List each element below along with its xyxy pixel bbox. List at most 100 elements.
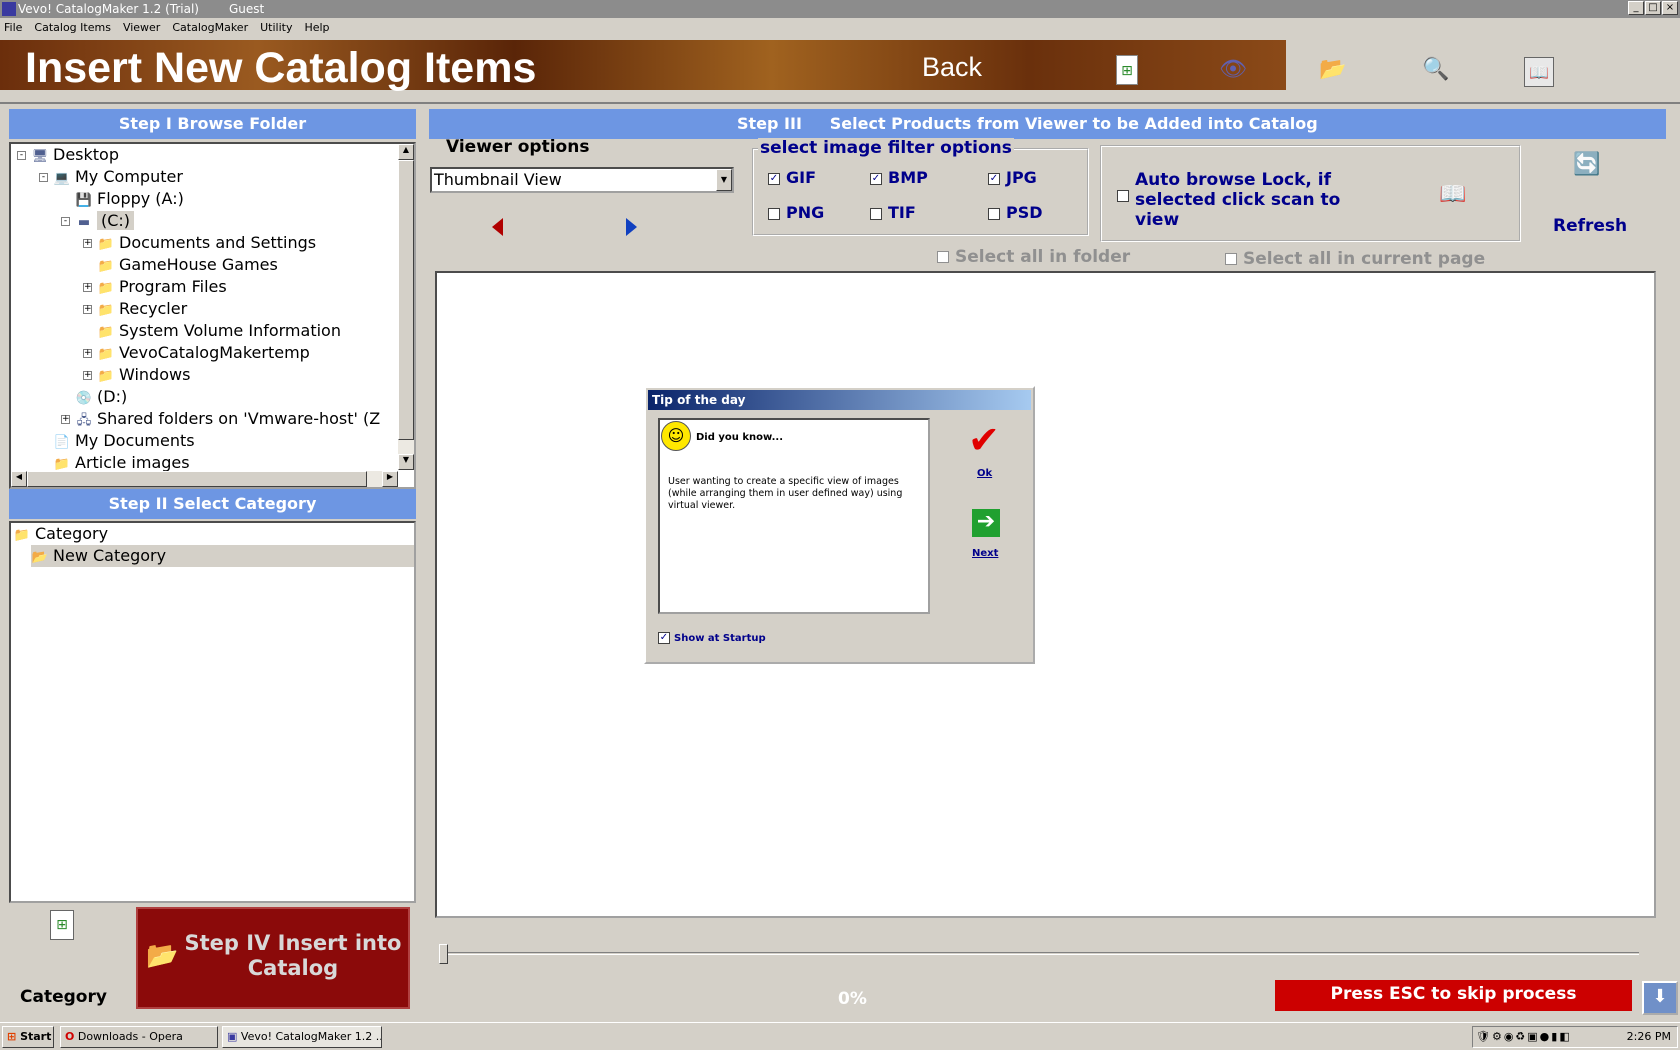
next-page-icon[interactable] (626, 218, 637, 236)
filter-checkbox[interactable]: ✓ (870, 172, 882, 185)
filter-jpg[interactable]: ✓ JPG (988, 168, 1037, 187)
insert-folder-icon: 📂 (146, 941, 179, 971)
thumbnail-viewer[interactable] (435, 271, 1656, 918)
task-opera[interactable]: O Downloads - Opera (60, 1026, 218, 1048)
scroll-right-icon[interactable]: ▶ (382, 471, 398, 487)
scroll-thumb[interactable] (398, 160, 414, 440)
scroll-left-icon[interactable]: ◀ (11, 471, 27, 487)
refresh-folder-icon[interactable]: 🔄 (1572, 150, 1602, 180)
auto-browse-checkbox[interactable] (1117, 190, 1129, 202)
tree-item[interactable]: 🖥 Desktop (31, 144, 119, 166)
select-all-folder-option[interactable]: Select all in folder (937, 247, 1130, 267)
menu-catalog-items[interactable]: Catalog Items (34, 19, 111, 37)
category-tree[interactable]: 📁 Category 📂 New Category (9, 521, 416, 903)
select-all-page-option[interactable]: Select all in current page (1225, 249, 1485, 269)
search-folder-icon[interactable]: 🔍 (1421, 55, 1451, 85)
folder-tree[interactable]: 🖥 Desktop - 💻 My Computer - 💾 Floppy (A:) ▬ (C:) -… (9, 142, 416, 489)
catalog-book-icon[interactable]: 📖 (1524, 57, 1554, 87)
filter-checkbox[interactable] (988, 207, 1000, 220)
filter-gif[interactable]: ✓ GIF (768, 168, 816, 187)
menu-file[interactable]: File (4, 19, 22, 37)
filter-tif[interactable]: TIF (870, 203, 916, 222)
scroll-down-icon[interactable]: ▼ (398, 454, 414, 470)
vertical-scrollbar[interactable]: ▲ ▼ (398, 144, 414, 470)
start-button[interactable]: ⊞ Start (2, 1026, 54, 1048)
select-all-folder-checkbox[interactable] (937, 251, 949, 263)
expand-icon[interactable]: + (83, 349, 92, 358)
tree-item[interactable]: 📁 GameHouse Games (97, 254, 278, 276)
scroll-thumb-h[interactable] (27, 471, 367, 487)
task-catalogmaker[interactable]: ▣ Vevo! CatalogMaker 1.2 ... (222, 1026, 382, 1048)
tree-item-label: Floppy (A:) (97, 189, 184, 208)
filter-checkbox[interactable] (870, 207, 882, 220)
user-name: Guest (228, 2, 265, 16)
horizontal-scrollbar[interactable]: ◀ ▶ (11, 471, 398, 487)
tip-heading: Did you know... (696, 432, 783, 443)
expand-icon[interactable]: + (83, 305, 92, 314)
tree-item-label: (C:) (97, 211, 135, 230)
show-startup-checkbox[interactable]: ✓ (658, 632, 670, 644)
expand-icon[interactable]: + (83, 239, 92, 248)
expand-icon[interactable]: + (83, 283, 92, 292)
ok-button[interactable]: Ok (977, 468, 992, 479)
category-root[interactable]: 📁 Category (13, 523, 108, 545)
tree-item[interactable]: 📁 Windows (97, 364, 191, 386)
scroll-up-icon[interactable]: ▲ (398, 144, 414, 160)
tray-icons[interactable]: 🛡⚙◉♻▣●▮◧ (1473, 1030, 1572, 1043)
next-button[interactable]: Next (972, 548, 998, 559)
collapse-icon[interactable]: - (39, 173, 48, 182)
expand-icon[interactable]: + (83, 371, 92, 380)
filter-checkbox[interactable] (768, 207, 780, 220)
progress-slider-thumb[interactable] (439, 944, 448, 964)
floppy-icon: 💾 (75, 193, 93, 208)
tree-item[interactable]: ▬ (C:) (75, 210, 135, 232)
menu-viewer[interactable]: Viewer (123, 19, 160, 37)
windows-logo-icon: ⊞ (7, 1030, 17, 1043)
close-button[interactable]: × (1662, 1, 1678, 15)
tree-item[interactable]: 📄 My Documents (53, 430, 195, 452)
tree-item[interactable]: 💻 My Computer (53, 166, 183, 188)
expand-icon[interactable]: + (61, 415, 70, 424)
show-startup-option[interactable]: ✓ Show at Startup (658, 632, 766, 644)
previous-page-icon[interactable] (492, 218, 503, 236)
category-tree-icon[interactable]: ⊞ (50, 910, 74, 940)
drive-icon: ▬ (77, 215, 91, 230)
tree-item[interactable]: 🖧 Shared folders on 'Vmware-host' (Z (75, 408, 380, 430)
category-tree-icon[interactable]: ⊞ (1116, 55, 1138, 85)
menu-help[interactable]: Help (304, 19, 329, 37)
next-arrow-icon[interactable]: ➔ (972, 509, 1000, 537)
tree-item[interactable]: 💿 (D:) (75, 386, 127, 408)
filter-png[interactable]: PNG (768, 203, 824, 222)
progress-slider-track[interactable] (439, 952, 1639, 955)
category-item-new[interactable]: 📂 New Category (31, 545, 414, 567)
filter-psd[interactable]: PSD (988, 203, 1043, 222)
back-button[interactable]: Back (922, 52, 982, 83)
refresh-button[interactable]: Refresh (1553, 216, 1627, 236)
tree-item[interactable]: 📁 Documents and Settings (97, 232, 316, 254)
tree-item[interactable]: 💾 Floppy (A:) (75, 188, 184, 210)
select-all-page-checkbox[interactable] (1225, 253, 1237, 265)
chevron-down-icon[interactable]: ▼ (716, 169, 732, 191)
ok-check-icon[interactable]: ✔ (968, 418, 1000, 462)
filter-label: BMP (888, 168, 928, 187)
collapse-icon[interactable]: - (17, 151, 26, 160)
tree-item[interactable]: 📁 VevoCatalogMakertemp (97, 342, 310, 364)
filter-checkbox[interactable]: ✓ (768, 172, 780, 185)
viewer-select[interactable]: Thumbnail View ▼ (430, 167, 734, 193)
download-arrow-icon[interactable]: ⬇ (1642, 981, 1678, 1015)
collapse-icon[interactable]: - (61, 217, 70, 226)
maximize-button[interactable]: □ (1645, 1, 1661, 15)
menu-catalogmaker[interactable]: CatalogMaker (172, 19, 248, 37)
tree-item[interactable]: 📁 Program Files (97, 276, 227, 298)
view-folder-icon[interactable]: 👁 (1218, 55, 1248, 85)
filter-checkbox[interactable]: ✓ (988, 172, 1000, 185)
auto-browse-option[interactable]: Auto browse Lock, if selected click scan… (1117, 170, 1347, 230)
filter-bmp[interactable]: ✓ BMP (870, 168, 928, 187)
menu-utility[interactable]: Utility (260, 19, 292, 37)
open-folder-icon[interactable]: 📂 (1318, 55, 1348, 85)
tree-item[interactable]: 📁 System Volume Information (97, 320, 341, 342)
step4-insert-button[interactable]: 📂 Step IV Insert into Catalog (136, 907, 410, 1009)
tree-item[interactable]: 📁 Recycler (97, 298, 187, 320)
minimize-button[interactable]: _ (1628, 1, 1644, 15)
scan-book-icon[interactable]: 📖 (1438, 180, 1468, 210)
